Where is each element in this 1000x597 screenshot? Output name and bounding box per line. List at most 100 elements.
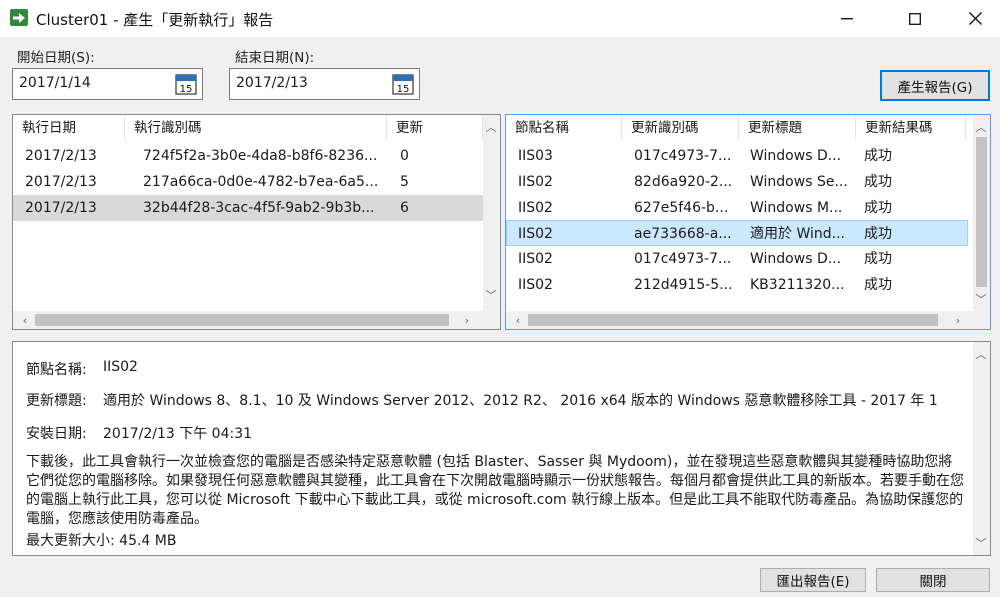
arrow-right-icon [13, 12, 25, 23]
update-title-value: 適用於 Windows 8、8.1、10 及 Windows Server 20… [103, 393, 938, 409]
column-header-run-id[interactable]: 執行識別碼 [125, 115, 387, 141]
scroll-left-icon[interactable]: ‹ [510, 312, 526, 328]
close-window-button[interactable] [952, 0, 998, 37]
runs-list[interactable]: 執行日期 執行識別碼 更新 2017/2/13 724f5f2a-3b0e-4d… [12, 114, 501, 330]
update-title: Windows M... [750, 200, 843, 216]
column-header-run-date[interactable]: 執行日期 [13, 115, 125, 141]
update-title: 適用於 Wind... [750, 226, 845, 242]
update-id: 82d6a920-2... [634, 174, 733, 190]
update-row[interactable]: IIS02 82d6a920-2... Windows Se... 成功 [506, 169, 966, 195]
run-id: 724f5f2a-3b0e-4da8-b8f6-8236... [143, 148, 378, 164]
update-row[interactable]: IIS02 627e5f46-b... Windows M... 成功 [506, 195, 966, 221]
export-report-button[interactable]: 匯出報告(E) [760, 568, 866, 592]
column-header-update-id[interactable]: 更新識別碼 [622, 115, 739, 141]
updates-header: 節點名稱 更新識別碼 更新標題 更新結果碼 [506, 115, 966, 141]
scroll-thumb[interactable] [528, 314, 938, 326]
column-header-node[interactable]: 節點名稱 [506, 115, 622, 141]
update-node: IIS02 [518, 226, 553, 242]
end-date-label: 結束日期(N): [235, 50, 315, 66]
update-node: IIS02 [518, 174, 553, 190]
install-date-label: 安裝日期: [26, 426, 87, 442]
update-title: Windows D... [750, 148, 842, 164]
end-date-value[interactable]: 2017/2/13 [236, 75, 308, 91]
run-row-selected[interactable]: 2017/2/13 32b44f28-3cac-4f5f-9ab2-9b3b..… [13, 195, 483, 221]
runs-vertical-scrollbar[interactable]: ︿ ﹀ [483, 115, 500, 311]
end-date-picker[interactable]: 2017/2/13 15 [229, 68, 420, 100]
update-title-label: 更新標題: [26, 393, 87, 409]
scroll-left-icon[interactable]: ‹ [17, 312, 33, 328]
update-row[interactable]: IIS02 212d4915-5... KB3211320... 成功 [506, 272, 966, 298]
generate-report-button[interactable]: 產生報告(G) [880, 70, 990, 101]
column-header-updates[interactable]: 更新 [387, 115, 483, 141]
scroll-up-icon[interactable]: ︿ [973, 119, 989, 135]
run-row[interactable]: 2017/2/13 217a66ca-0d0e-4782-b7ea-6a5...… [13, 169, 483, 195]
scroll-thumb[interactable] [35, 314, 449, 326]
minimize-icon [841, 17, 853, 19]
update-node: IIS02 [518, 200, 553, 216]
max-update-size: 最大更新大小: 45.4 MB [26, 533, 177, 549]
run-date: 2017/2/13 [25, 174, 97, 190]
node-name-label: 節點名稱: [26, 362, 87, 378]
update-result: 成功 [864, 226, 892, 242]
scroll-up-icon[interactable]: ︿ [483, 119, 499, 135]
update-row[interactable]: IIS03 017c4973-7... Windows D... 成功 [506, 143, 966, 169]
update-title: Windows Se... [750, 174, 848, 190]
scroll-thumb[interactable] [976, 137, 987, 287]
run-date: 2017/2/13 [25, 148, 97, 164]
column-header-update-title[interactable]: 更新標題 [739, 115, 856, 141]
scroll-down-icon[interactable]: ﹀ [483, 287, 499, 303]
start-date-label: 開始日期(S): [17, 50, 95, 66]
update-node: IIS03 [518, 148, 553, 164]
svg-text:15: 15 [180, 84, 193, 95]
scroll-down-icon[interactable]: ﹀ [973, 535, 989, 551]
start-date-value[interactable]: 2017/1/14 [19, 75, 91, 91]
calendar-icon[interactable]: 15 [175, 73, 197, 95]
column-header-result[interactable]: 更新結果碼 [856, 115, 966, 141]
update-title: Windows D... [750, 251, 842, 267]
close-icon [968, 12, 982, 25]
update-id: ae733668-a... [634, 226, 732, 242]
run-updates: 0 [400, 148, 409, 164]
update-result: 成功 [864, 200, 892, 216]
title-bar: Cluster01 - 產生「更新執行」報告 [0, 0, 1000, 37]
updates-horizontal-scrollbar[interactable]: ‹ › [506, 311, 990, 329]
window-title: Cluster01 - 產生「更新執行」報告 [36, 11, 274, 29]
update-title: KB3211320... [750, 277, 845, 293]
close-button[interactable]: 關閉 [876, 568, 990, 592]
scroll-down-icon[interactable]: ﹀ [973, 291, 989, 307]
scroll-right-icon[interactable]: › [459, 312, 475, 328]
update-row[interactable]: IIS02 017c4973-7... Windows D... 成功 [506, 246, 966, 272]
update-description: 下載後，此工具會執行一次並檢查您的電腦是否感染特定惡意軟體 (包括 Blaste… [26, 454, 964, 527]
run-row[interactable]: 2017/2/13 724f5f2a-3b0e-4da8-b8f6-8236..… [13, 143, 483, 169]
scroll-right-icon[interactable]: › [950, 312, 966, 328]
run-updates: 6 [400, 200, 409, 216]
details-vertical-scrollbar[interactable]: ︿ ﹀ [973, 342, 990, 555]
update-node: IIS02 [518, 251, 553, 267]
start-date-picker[interactable]: 2017/1/14 15 [12, 68, 203, 100]
update-result: 成功 [864, 251, 892, 267]
run-updates: 5 [400, 174, 409, 190]
update-node: IIS02 [518, 277, 553, 293]
svg-text:15: 15 [397, 84, 410, 95]
update-row-selected[interactable]: IIS02 ae733668-a... 適用於 Wind... 成功 [506, 220, 968, 246]
minimize-button[interactable] [824, 0, 870, 37]
update-result: 成功 [864, 277, 892, 293]
maximize-icon [909, 12, 921, 25]
install-date-value: 2017/2/13 下午 04:31 [103, 426, 253, 442]
updates-list[interactable]: 節點名稱 更新識別碼 更新標題 更新結果碼 IIS03 017c4973-7..… [505, 114, 991, 330]
runs-horizontal-scrollbar[interactable]: ‹ › [13, 311, 500, 329]
update-result: 成功 [864, 148, 892, 164]
calendar-icon[interactable]: 15 [392, 73, 414, 95]
updates-vertical-scrollbar[interactable]: ︿ ﹀ [973, 115, 990, 311]
maximize-button[interactable] [892, 0, 938, 37]
runs-header: 執行日期 執行識別碼 更新 [13, 115, 483, 141]
app-icon [10, 9, 28, 26]
update-id: 017c4973-7... [634, 251, 732, 267]
update-id: 212d4915-5... [634, 277, 733, 293]
run-id: 32b44f28-3cac-4f5f-9ab2-9b3b... [143, 200, 375, 216]
node-name-value: IIS02 [103, 359, 138, 375]
update-id: 627e5f46-b... [634, 200, 729, 216]
update-id: 017c4973-7... [634, 148, 732, 164]
scroll-up-icon[interactable]: ︿ [973, 346, 989, 362]
run-date: 2017/2/13 [25, 200, 97, 216]
